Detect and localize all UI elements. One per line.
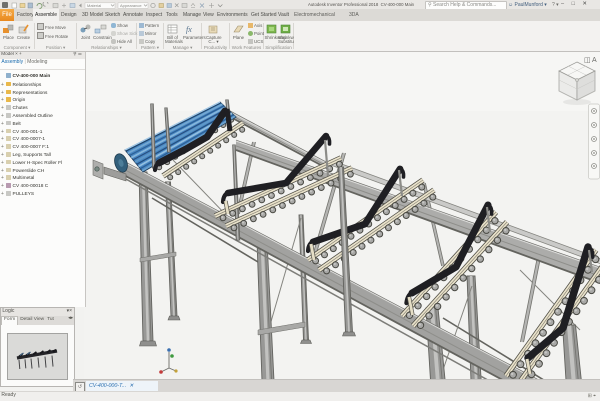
svg-text:fx: fx	[186, 25, 192, 34]
svg-text:Appearance: Appearance	[120, 3, 142, 8]
svg-text:◫: ◫	[584, 57, 591, 64]
svg-text:Material: Material	[87, 3, 101, 8]
svg-text:A: A	[592, 57, 597, 64]
